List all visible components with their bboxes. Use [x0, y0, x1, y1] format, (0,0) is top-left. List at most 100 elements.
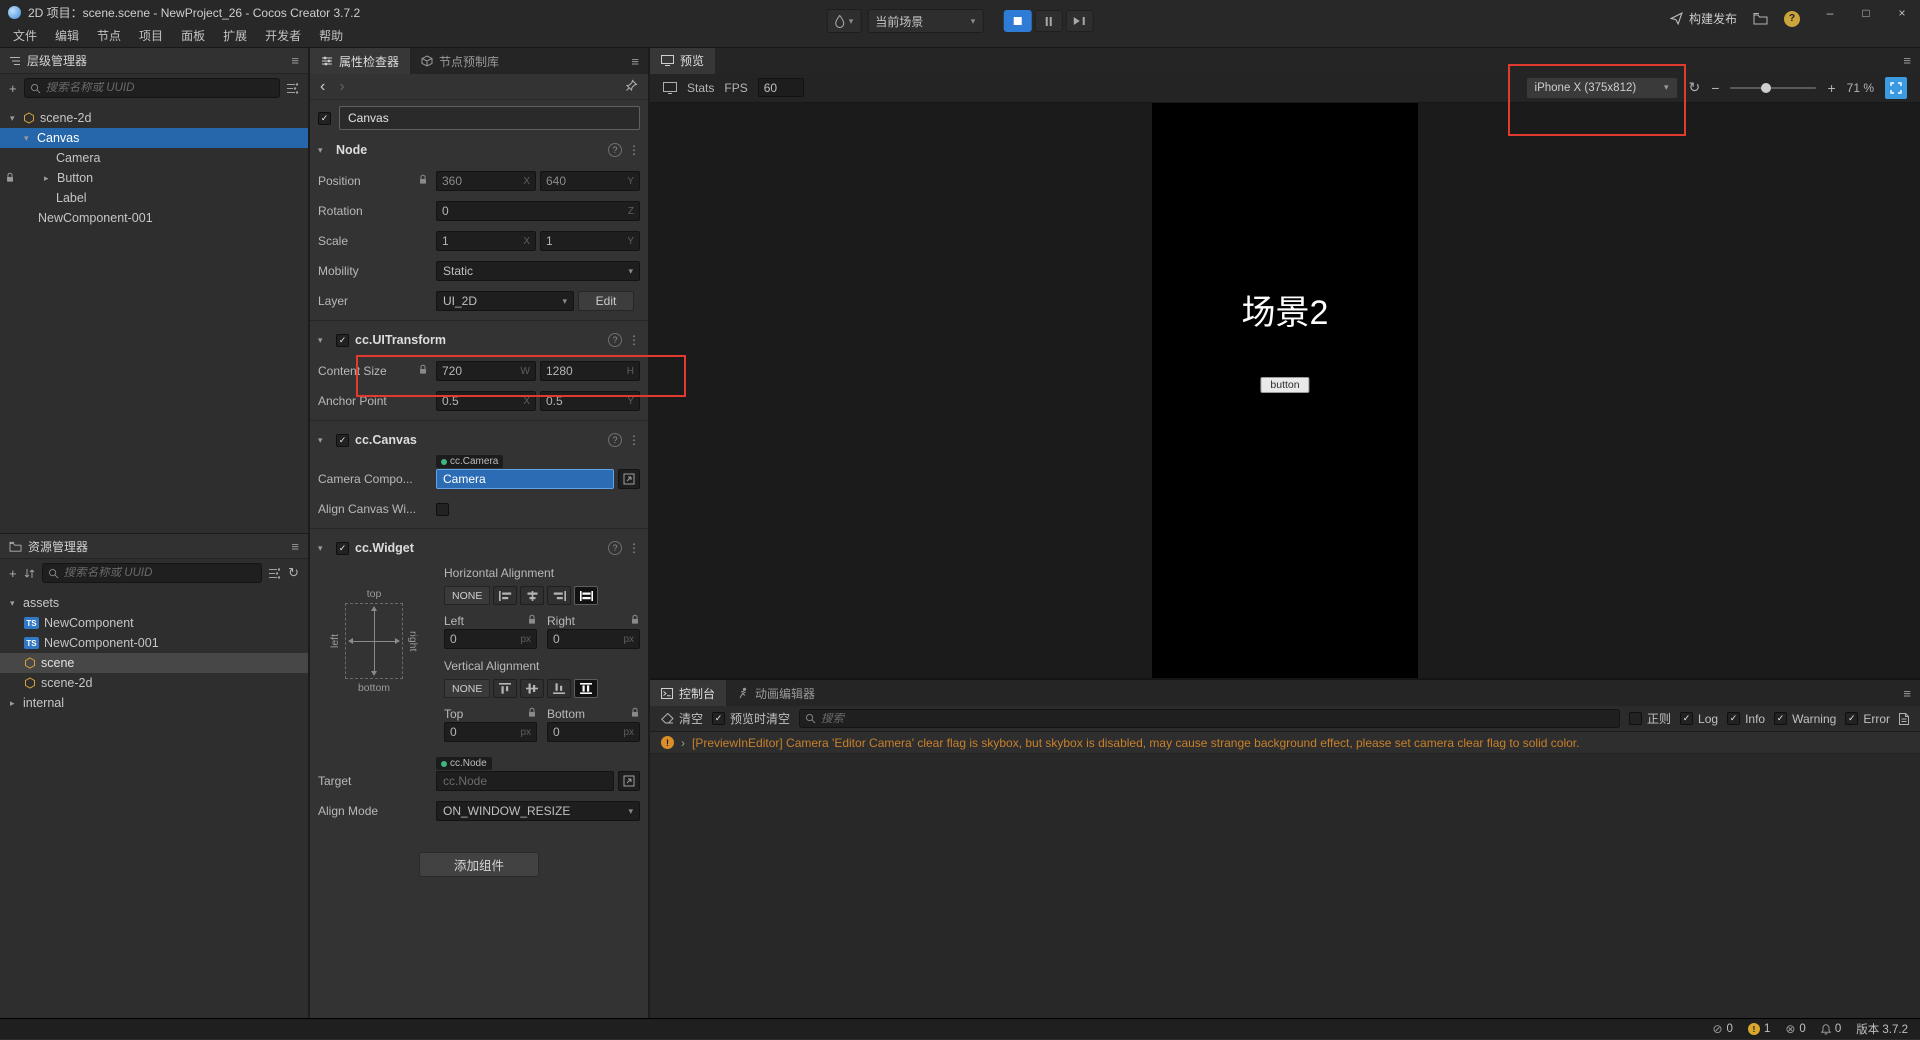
- console-search-input[interactable]: [821, 712, 1615, 725]
- mobility-dropdown[interactable]: Static: [436, 261, 640, 281]
- menu-file[interactable]: 文件: [4, 25, 46, 46]
- preview-menu-icon[interactable]: [1903, 48, 1920, 74]
- v-align-none-button[interactable]: NONE: [444, 679, 491, 698]
- refresh-icon[interactable]: ↻: [288, 565, 299, 581]
- warning-checkbox[interactable]: [1774, 712, 1788, 725]
- pause-button[interactable]: [1034, 10, 1063, 32]
- more-icon[interactable]: [628, 143, 640, 157]
- v-align-middle-button[interactable]: [520, 679, 545, 698]
- filter-info-toggle[interactable]: Info: [1727, 712, 1765, 726]
- hierarchy-search[interactable]: [23, 78, 280, 98]
- widget-right-input[interactable]: 0 px: [547, 629, 640, 649]
- content-height-input[interactable]: 1280 H: [540, 361, 640, 381]
- info-checkbox[interactable]: [1727, 712, 1741, 725]
- preview-button[interactable]: button: [1260, 377, 1310, 393]
- regex-toggle[interactable]: 正则: [1629, 710, 1671, 727]
- tab-prefab-library[interactable]: 节点预制库: [410, 48, 510, 74]
- play-button[interactable]: [1003, 10, 1032, 32]
- menu-extension[interactable]: 扩展: [214, 25, 256, 46]
- target-reference-field[interactable]: cc.Node: [436, 771, 614, 791]
- notification-counter[interactable]: 0: [1820, 1023, 1841, 1035]
- tab-inspector[interactable]: 属性检查器: [310, 48, 411, 74]
- h-align-none-button[interactable]: NONE: [444, 586, 491, 605]
- asset-folder-internal[interactable]: internal: [0, 693, 308, 713]
- expand-arrow-icon[interactable]: [10, 598, 23, 609]
- v-align-top-button[interactable]: [493, 679, 518, 698]
- tab-console[interactable]: 控制台: [650, 680, 727, 706]
- add-node-icon[interactable]: +: [9, 81, 17, 96]
- asset-newcomponent[interactable]: TS NewComponent: [0, 613, 308, 633]
- node-name-field[interactable]: Canvas: [339, 106, 640, 130]
- gizmo-dropdown[interactable]: [826, 9, 862, 33]
- fps-input[interactable]: 60: [757, 78, 804, 98]
- menu-project[interactable]: 项目: [130, 25, 172, 46]
- menu-node[interactable]: 节点: [88, 25, 130, 46]
- minimize-button[interactable]: –: [1812, 0, 1848, 26]
- align-canvas-checkbox[interactable]: [436, 502, 449, 516]
- expand-arrow-icon[interactable]: [24, 133, 37, 144]
- canvas-section-header[interactable]: cc.Canvas ?: [318, 430, 640, 450]
- error-checkbox[interactable]: [1845, 712, 1859, 725]
- align-mode-dropdown[interactable]: ON_WINDOW_RESIZE: [436, 801, 640, 821]
- step-button[interactable]: [1065, 10, 1094, 32]
- back-icon[interactable]: ‹: [320, 78, 325, 95]
- tree-node-camera[interactable]: Camera: [0, 148, 308, 168]
- zoom-slider-knob[interactable]: [1761, 82, 1772, 93]
- anchor-x-input[interactable]: 0.5 X: [436, 391, 536, 411]
- tree-node-newcomponent-001[interactable]: NewComponent-001: [0, 208, 308, 228]
- camera-reference-field[interactable]: Camera: [436, 469, 614, 489]
- more-icon[interactable]: [628, 333, 640, 347]
- filter-warning-toggle[interactable]: Warning: [1774, 712, 1836, 726]
- pin-icon[interactable]: [625, 79, 638, 95]
- tab-animation-editor[interactable]: 动画编辑器: [726, 680, 826, 706]
- node-active-checkbox[interactable]: [318, 111, 331, 125]
- forward-icon[interactable]: ›: [339, 78, 344, 95]
- tree-node-label[interactable]: Label: [0, 188, 308, 208]
- widget-left-input[interactable]: 0 px: [444, 629, 537, 649]
- console-message-row[interactable]: ! › [PreviewInEditor] Camera 'Editor Cam…: [650, 732, 1920, 754]
- sort-icon[interactable]: [24, 568, 35, 579]
- lock-icon[interactable]: [527, 614, 537, 628]
- lock-icon[interactable]: [527, 707, 537, 721]
- regex-checkbox[interactable]: [1629, 712, 1643, 725]
- add-component-button[interactable]: 添加组件: [419, 852, 539, 877]
- position-x-input[interactable]: 360 X: [436, 171, 536, 191]
- expand-message-icon[interactable]: ›: [681, 736, 685, 750]
- v-align-stretch-button[interactable]: [574, 679, 599, 698]
- console-menu-icon[interactable]: [1903, 680, 1920, 706]
- menu-panel[interactable]: 面板: [172, 25, 214, 46]
- more-icon[interactable]: [628, 433, 640, 447]
- stats-label[interactable]: Stats: [687, 81, 714, 95]
- zoom-in-icon[interactable]: +: [1827, 80, 1835, 96]
- node-section-header[interactable]: Node ?: [318, 140, 640, 160]
- inspector-menu-icon[interactable]: [631, 48, 648, 74]
- asset-newcomponent-001[interactable]: TS NewComponent-001: [0, 633, 308, 653]
- widget-section-header[interactable]: cc.Widget ?: [318, 538, 640, 558]
- build-publish-button[interactable]: 构建发布: [1669, 10, 1737, 27]
- help-icon[interactable]: ?: [608, 143, 622, 157]
- collapse-arrow-icon[interactable]: [44, 173, 57, 184]
- widget-bottom-input[interactable]: 0 px: [547, 722, 640, 742]
- layer-edit-button[interactable]: Edit: [578, 291, 634, 311]
- collapse-icon[interactable]: [318, 335, 330, 346]
- collapse-icon[interactable]: [318, 543, 330, 554]
- zoom-slider[interactable]: [1730, 82, 1817, 93]
- current-scene-dropdown[interactable]: 当前场景: [867, 9, 984, 33]
- preview-device-screen[interactable]: 场景2 button: [1152, 103, 1418, 678]
- camera-picker-button[interactable]: [618, 469, 640, 489]
- device-icon[interactable]: [663, 81, 677, 94]
- asset-folder-assets[interactable]: assets: [0, 593, 308, 613]
- help-icon[interactable]: ?: [608, 541, 622, 555]
- hierarchy-search-input[interactable]: [45, 82, 274, 94]
- uitransform-enabled-checkbox[interactable]: [336, 333, 349, 347]
- anchor-y-input[interactable]: 0.5 Y: [540, 391, 640, 411]
- uitransform-section-header[interactable]: cc.UITransform ?: [318, 330, 640, 350]
- filter-icon[interactable]: [287, 82, 299, 94]
- tree-node-button[interactable]: Button: [0, 168, 308, 188]
- asset-scene[interactable]: scene: [0, 653, 308, 673]
- close-button[interactable]: ×: [1884, 0, 1920, 26]
- help-icon[interactable]: ?: [608, 433, 622, 447]
- add-asset-icon[interactable]: +: [9, 566, 17, 581]
- zoom-out-icon[interactable]: −: [1711, 80, 1719, 96]
- tree-node-canvas[interactable]: Canvas: [0, 128, 308, 148]
